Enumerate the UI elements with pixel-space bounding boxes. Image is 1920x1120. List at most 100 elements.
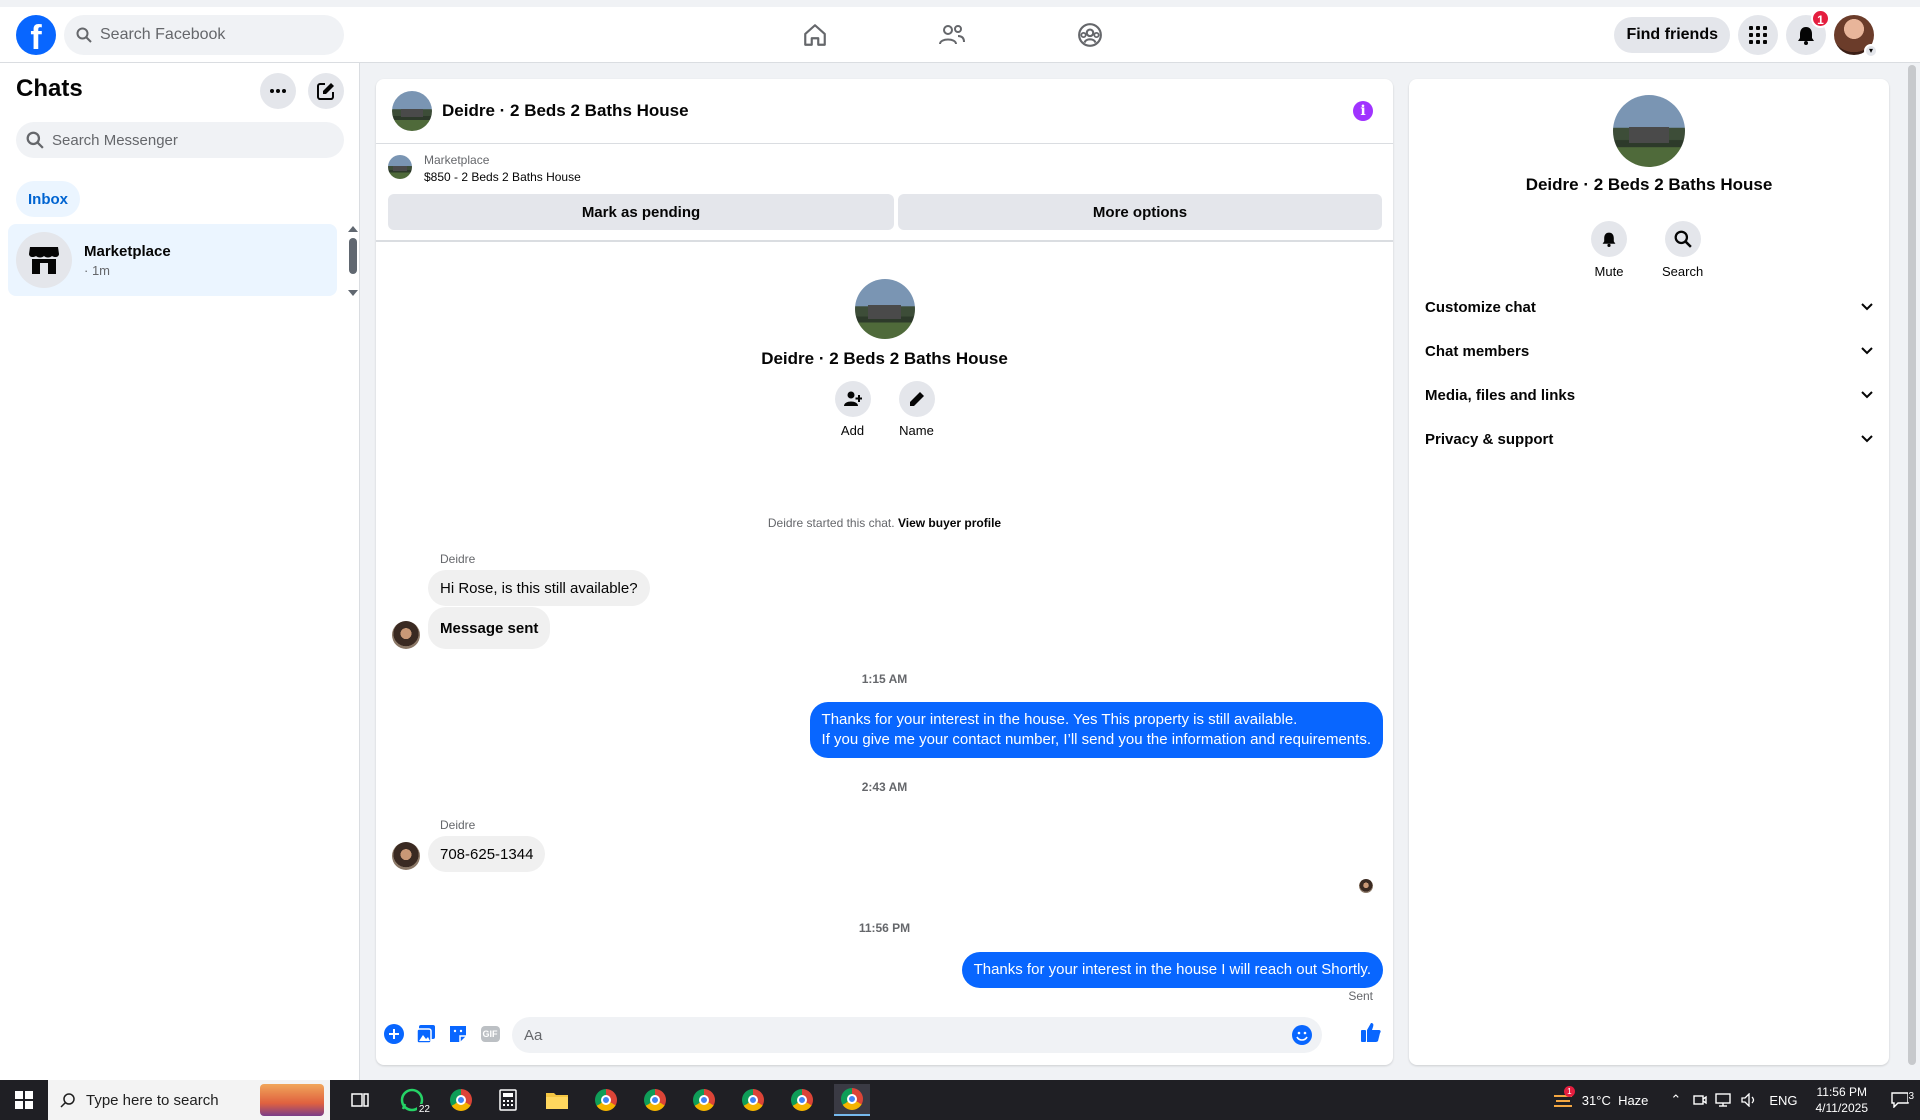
meet-now-icon[interactable] bbox=[1693, 1093, 1708, 1107]
marketplace-avatar bbox=[16, 232, 72, 288]
listing-source-label: Marketplace bbox=[424, 153, 490, 167]
new-message-button[interactable] bbox=[308, 73, 344, 109]
view-buyer-profile-link[interactable]: View buyer profile bbox=[898, 516, 1001, 530]
scroll-up-arrow[interactable] bbox=[348, 226, 358, 232]
chats-title: Chats bbox=[16, 75, 83, 102]
add-person-button[interactable] bbox=[834, 381, 871, 417]
notifications-button[interactable]: 1 bbox=[1786, 9, 1830, 55]
taskbar-chrome[interactable] bbox=[784, 1084, 820, 1116]
like-button[interactable] bbox=[1360, 1021, 1382, 1043]
conversation-title[interactable]: Deidre · 2 Beds 2 Baths House bbox=[442, 101, 689, 121]
weather-text: 31°C Haze bbox=[1581, 1092, 1649, 1108]
chat-list-scrollbar[interactable] bbox=[348, 226, 358, 296]
chats-options-button[interactable] bbox=[260, 73, 296, 109]
find-friends-button[interactable]: Find friends bbox=[1614, 17, 1730, 53]
chevron-down-icon: ▾ bbox=[1864, 44, 1878, 58]
search-in-chat-button[interactable] bbox=[1664, 221, 1701, 257]
notification-center-button[interactable]: 3 bbox=[1880, 1091, 1920, 1108]
incoming-message[interactable]: Message sent bbox=[428, 607, 551, 649]
sticker-button[interactable] bbox=[448, 1024, 468, 1044]
mute-action[interactable]: Mute bbox=[1591, 221, 1627, 279]
chat-list-item-marketplace[interactable]: Marketplace · 1m bbox=[8, 224, 337, 296]
page-scroll-thumb[interactable] bbox=[1908, 65, 1916, 1065]
chevron-down-icon bbox=[1861, 303, 1873, 311]
listing-thumbnail[interactable] bbox=[388, 155, 412, 179]
edit-name-button[interactable] bbox=[898, 381, 935, 417]
conversation-avatar[interactable] bbox=[392, 91, 432, 131]
chevron-up-icon[interactable]: ⌃ bbox=[1670, 1092, 1681, 1108]
friends-nav-button[interactable] bbox=[922, 17, 982, 53]
listing-price-title[interactable]: $850 - 2 Beds 2 Baths House bbox=[424, 170, 581, 184]
start-button[interactable] bbox=[0, 1080, 48, 1120]
taskbar-chrome[interactable] bbox=[443, 1084, 479, 1116]
volume-icon[interactable] bbox=[1741, 1093, 1757, 1107]
message-input-box[interactable] bbox=[512, 1017, 1322, 1053]
outgoing-message[interactable]: Thanks for your interest in the house I … bbox=[961, 952, 1383, 988]
inbox-tab[interactable]: Inbox bbox=[16, 181, 80, 217]
language-indicator[interactable]: ENG bbox=[1769, 1093, 1797, 1108]
facebook-search-input[interactable] bbox=[100, 26, 330, 44]
name-chat-action[interactable]: Name bbox=[898, 381, 935, 438]
task-view-button[interactable] bbox=[342, 1084, 378, 1116]
taskbar-chrome[interactable] bbox=[686, 1084, 722, 1116]
scroll-down-arrow[interactable] bbox=[348, 290, 358, 296]
section-privacy-support[interactable]: Privacy & support bbox=[1417, 417, 1881, 461]
menu-button[interactable] bbox=[1738, 15, 1778, 55]
groups-nav-button[interactable] bbox=[1060, 17, 1120, 53]
section-media-files-links[interactable]: Media, files and links bbox=[1417, 373, 1881, 417]
friends-icon bbox=[939, 25, 965, 45]
details-avatar[interactable] bbox=[1613, 95, 1685, 167]
sender-avatar[interactable] bbox=[392, 621, 420, 649]
messenger-search-box[interactable] bbox=[16, 122, 344, 158]
outgoing-message[interactable]: Thanks for your interest in the house. Y… bbox=[809, 702, 1383, 758]
chrome-icon bbox=[693, 1089, 715, 1111]
emoji-icon[interactable] bbox=[1292, 1025, 1312, 1045]
gif-button[interactable]: GIF bbox=[480, 1024, 500, 1044]
taskbar-chrome[interactable] bbox=[735, 1084, 771, 1116]
task-view-icon bbox=[351, 1093, 369, 1107]
section-customize-chat[interactable]: Customize chat bbox=[1417, 285, 1881, 329]
timestamp-separator: 2:43 AM bbox=[861, 780, 908, 794]
timestamp-separator: 1:15 AM bbox=[861, 672, 908, 686]
sender-avatar[interactable] bbox=[392, 842, 420, 870]
network-icon[interactable] bbox=[1715, 1093, 1732, 1107]
mute-button[interactable] bbox=[1591, 221, 1627, 257]
taskbar-file-explorer[interactable] bbox=[539, 1084, 575, 1116]
page-scrollbar[interactable] bbox=[1906, 63, 1920, 1081]
seen-receipt-avatar bbox=[1359, 879, 1373, 893]
attach-photo-button[interactable] bbox=[416, 1024, 436, 1044]
home-nav-button[interactable] bbox=[785, 17, 845, 53]
taskbar-calculator[interactable] bbox=[490, 1084, 526, 1116]
taskbar-chrome[interactable] bbox=[637, 1084, 673, 1116]
facebook-search-box[interactable] bbox=[64, 15, 344, 55]
search-icon bbox=[26, 131, 44, 149]
scroll-thumb[interactable] bbox=[349, 238, 357, 274]
more-options-button[interactable]: More options bbox=[898, 194, 1382, 230]
add-people-action[interactable]: Add bbox=[834, 381, 871, 438]
pencil-icon bbox=[909, 392, 924, 406]
messenger-search-input[interactable] bbox=[52, 131, 332, 149]
clock[interactable]: 11:56 PM 4/11/2025 bbox=[1816, 1084, 1869, 1116]
info-icon[interactable]: i bbox=[1353, 101, 1373, 121]
more-actions-button[interactable] bbox=[384, 1024, 404, 1044]
taskbar-chrome-active[interactable] bbox=[834, 1084, 870, 1116]
incoming-message[interactable]: Hi Rose, is this still available? bbox=[428, 570, 650, 606]
delivery-status: Sent bbox=[1348, 989, 1373, 1003]
conversation-details-panel: Deidre · 2 Beds 2 Baths House Mute Searc… bbox=[1409, 79, 1889, 1065]
taskbar-chrome[interactable] bbox=[588, 1084, 624, 1116]
message-input[interactable] bbox=[524, 1026, 1274, 1044]
taskbar-whatsapp[interactable]: 22 bbox=[394, 1084, 432, 1116]
chat-started-notice: Deidre started this chat. View buyer pro… bbox=[376, 516, 1393, 530]
section-chat-members[interactable]: Chat members bbox=[1417, 329, 1881, 373]
mute-label: Mute bbox=[1594, 264, 1624, 279]
notification-badge: 1 bbox=[1811, 9, 1830, 28]
search-in-chat-action[interactable]: Search bbox=[1662, 221, 1703, 279]
details-title: Deidre · 2 Beds 2 Baths House bbox=[1525, 175, 1773, 194]
taskbar-search-box[interactable]: Type here to search bbox=[48, 1080, 330, 1120]
incoming-message[interactable]: 708-625-1344 bbox=[428, 836, 546, 872]
mark-as-pending-button[interactable]: Mark as pending bbox=[388, 194, 894, 230]
facebook-logo[interactable]: f bbox=[16, 15, 56, 55]
weather-widget[interactable]: 1 31°C Haze bbox=[1552, 1086, 1649, 1108]
profile-avatar-button[interactable]: ▾ bbox=[1834, 15, 1878, 58]
clock-date: 4/11/2025 bbox=[1815, 1101, 1869, 1115]
